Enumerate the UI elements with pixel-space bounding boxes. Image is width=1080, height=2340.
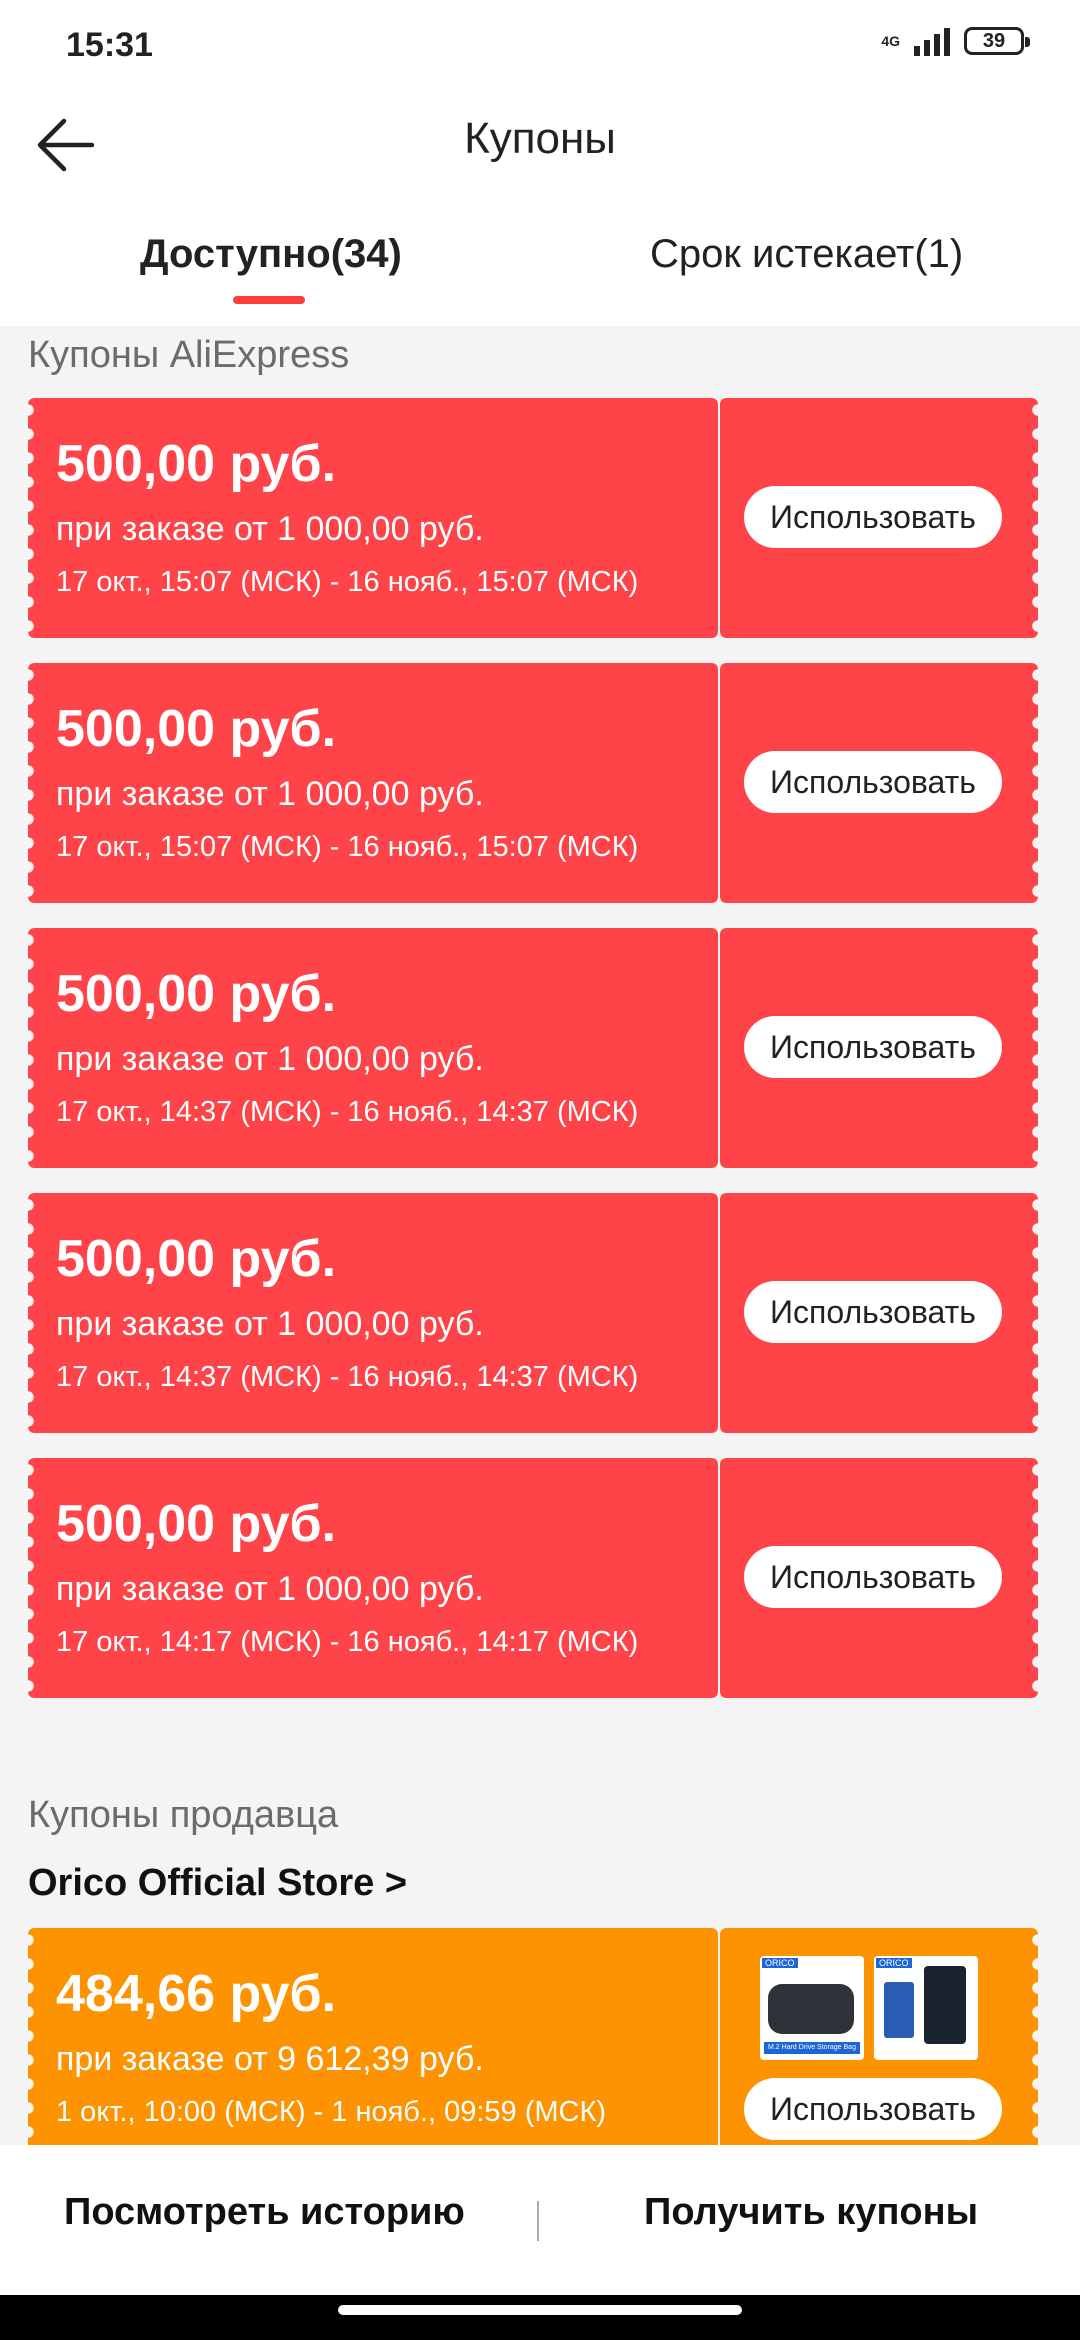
coupon-action-area: Использовать [720, 1458, 1038, 1698]
aliexpress-coupons-title: Купоны AliExpress [28, 334, 350, 376]
bottom-separator [537, 2201, 539, 2241]
coupon-info: 500,00 руб. при заказе от 1 000,00 руб. … [28, 398, 718, 638]
seller-coupon-card: 484,66 руб. при заказе от 9 612,39 руб. … [28, 1928, 1038, 2168]
get-coupons-button[interactable]: Получить купоны [644, 2191, 978, 2234]
coupon-validity: 17 окт., 14:37 (МСК) - 16 нояб., 14:37 (… [56, 1096, 639, 1128]
coupon-amount: 500,00 руб. [56, 1230, 337, 1288]
coupon-card: 500,00 руб. при заказе от 1 000,00 руб. … [28, 1458, 1038, 1698]
coupon-amount: 500,00 руб. [56, 700, 337, 758]
coupon-validity: 17 окт., 14:17 (МСК) - 16 нояб., 14:17 (… [56, 1626, 639, 1658]
gesture-nav-bar [0, 2295, 1080, 2340]
product-brand-label: ORICO [876, 1958, 912, 1968]
use-coupon-button[interactable]: Использовать [744, 2078, 1002, 2140]
page-title: Купоны [464, 114, 616, 163]
coupon-card: 500,00 руб. при заказе от 1 000,00 руб. … [28, 663, 1038, 903]
coupon-card: 500,00 руб. при заказе от 1 000,00 руб. … [28, 1193, 1038, 1433]
use-coupon-button[interactable]: Использовать [744, 1016, 1002, 1078]
status-icons: 4G 39 [881, 26, 1030, 56]
store-link[interactable]: Orico Official Store > [28, 1862, 407, 1905]
product-thumbnail[interactable]: ORICO M.2 Hard Drive Storage Bag [760, 1956, 864, 2060]
status-time: 15:31 [66, 26, 153, 64]
coupon-action-area: Использовать [720, 1193, 1038, 1433]
app-header: Купоны [0, 90, 1080, 200]
coupon-validity: 17 окт., 15:07 (МСК) - 16 нояб., 15:07 (… [56, 566, 639, 598]
coupon-condition: при заказе от 1 000,00 руб. [56, 510, 484, 548]
coupon-card: 500,00 руб. при заказе от 1 000,00 руб. … [28, 398, 1038, 638]
use-coupon-button[interactable]: Использовать [744, 751, 1002, 813]
battery-icon: 39 [964, 27, 1030, 55]
status-bar: 15:31 4G 39 [0, 0, 1080, 90]
product-thumbnails: ORICO M.2 Hard Drive Storage Bag ORICO [760, 1956, 978, 2060]
coupon-validity: 17 окт., 14:37 (МСК) - 16 нояб., 14:37 (… [56, 1361, 639, 1393]
coupon-condition: при заказе от 9 612,39 руб. [56, 2040, 484, 2078]
coupon-action-area: Использовать [720, 928, 1038, 1168]
signal-strength-icon [914, 26, 950, 56]
home-gesture-handle[interactable] [338, 2305, 742, 2315]
bottom-action-bar: Посмотреть историю Получить купоны [0, 2145, 1080, 2295]
use-coupon-button[interactable]: Использовать [744, 1281, 1002, 1343]
coupon-condition: при заказе от 1 000,00 руб. [56, 1305, 484, 1343]
network-type-icon: 4G [881, 33, 900, 49]
coupon-card: 500,00 руб. при заказе от 1 000,00 руб. … [28, 928, 1038, 1168]
tab-expiring[interactable]: Срок истекает(1) [650, 232, 963, 277]
coupon-tabs: Доступно(34) Срок истекает(1) [0, 200, 1080, 326]
tab-available[interactable]: Доступно(34) [140, 232, 402, 277]
active-tab-indicator [233, 296, 305, 304]
use-coupon-button[interactable]: Использовать [744, 486, 1002, 548]
coupon-info: 500,00 руб. при заказе от 1 000,00 руб. … [28, 928, 718, 1168]
product-thumbnail[interactable]: ORICO [874, 1956, 978, 2060]
product-caption: M.2 Hard Drive Storage Bag [768, 2044, 856, 2051]
coupon-info: 500,00 руб. при заказе от 1 000,00 руб. … [28, 663, 718, 903]
coupon-action-area: Использовать [720, 663, 1038, 903]
coupon-validity: 1 окт., 10:00 (МСК) - 1 нояб., 09:59 (МС… [56, 2096, 607, 2128]
coupon-condition: при заказе от 1 000,00 руб. [56, 775, 484, 813]
product-brand-label: ORICO [762, 1958, 798, 1968]
coupon-info: 484,66 руб. при заказе от 9 612,39 руб. … [28, 1928, 718, 2168]
coupon-condition: при заказе от 1 000,00 руб. [56, 1040, 484, 1078]
view-history-button[interactable]: Посмотреть историю [64, 2191, 465, 2234]
coupon-amount: 500,00 руб. [56, 435, 337, 493]
coupon-action-area: Использовать [720, 398, 1038, 638]
coupon-validity: 17 окт., 15:07 (МСК) - 16 нояб., 15:07 (… [56, 831, 639, 863]
seller-coupons-title: Купоны продавца [28, 1794, 339, 1836]
coupon-info: 500,00 руб. при заказе от 1 000,00 руб. … [28, 1193, 718, 1433]
coupon-info: 500,00 руб. при заказе от 1 000,00 руб. … [28, 1458, 718, 1698]
coupon-amount: 500,00 руб. [56, 1495, 337, 1553]
coupon-amount: 484,66 руб. [56, 1965, 337, 2023]
coupon-amount: 500,00 руб. [56, 965, 337, 1023]
coupon-action-area: ORICO M.2 Hard Drive Storage Bag ORICO И… [720, 1928, 1038, 2168]
use-coupon-button[interactable]: Использовать [744, 1546, 1002, 1608]
coupon-condition: при заказе от 1 000,00 руб. [56, 1570, 484, 1608]
